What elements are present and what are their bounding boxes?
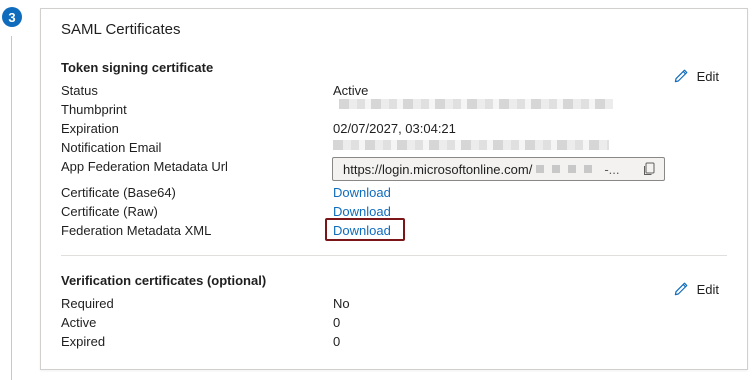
step-number-badge: 3 [2, 7, 22, 27]
federation-metadata-xml-label: Federation Metadata XML [61, 223, 212, 238]
expired-value: 0 [333, 334, 341, 349]
card-title: SAML Certificates [61, 21, 181, 38]
certificate-raw-download-link[interactable]: Download [333, 204, 391, 219]
edit-label: Edit [696, 281, 719, 297]
step-connector-line [11, 36, 12, 380]
certificate-raw-label: Certificate (Raw) [61, 204, 158, 219]
edit-label: Edit [696, 68, 719, 84]
required-label: Required [61, 296, 114, 311]
expired-label: Expired [61, 334, 106, 349]
active-value: 0 [333, 315, 341, 330]
active-label: Active [61, 315, 97, 330]
status-value: Active [333, 83, 369, 98]
required-value: No [333, 296, 350, 311]
certificate-base64-label: Certificate (Base64) [61, 185, 176, 200]
token-signing-edit-button[interactable]: Edit [673, 68, 719, 84]
notification-email-label: Notification Email [61, 140, 162, 155]
pencil-icon [674, 282, 687, 296]
expiration-value: 02/07/2027, 03:04:21 [333, 121, 456, 136]
token-signing-section-title: Token signing certificate [61, 60, 214, 75]
metadata-url-field[interactable]: https://login.microsoftonline.com/ -... [332, 157, 665, 181]
section-divider [61, 255, 727, 256]
expiration-label: Expiration [61, 121, 119, 136]
copy-icon[interactable] [642, 162, 656, 176]
pencil-icon [674, 69, 687, 83]
notification-email-redacted-value [333, 140, 609, 150]
download-highlight-box [325, 218, 405, 241]
metadata-url-text: https://login.microsoftonline.com/ [343, 161, 533, 177]
metadata-url-redacted-part [536, 165, 597, 173]
verification-section-title: Verification certificates (optional) [61, 273, 267, 288]
status-label: Status [61, 83, 98, 98]
metadata-url-ellipsis: -... [604, 161, 620, 177]
certificate-base64-download-link[interactable]: Download [333, 185, 391, 200]
verification-edit-button[interactable]: Edit [673, 281, 719, 297]
metadata-url-label: App Federation Metadata Url [61, 159, 228, 174]
saml-certificates-card: SAML Certificates Token signing certific… [40, 8, 748, 370]
thumbprint-redacted-value [339, 99, 613, 109]
thumbprint-label: Thumbprint [61, 102, 127, 117]
